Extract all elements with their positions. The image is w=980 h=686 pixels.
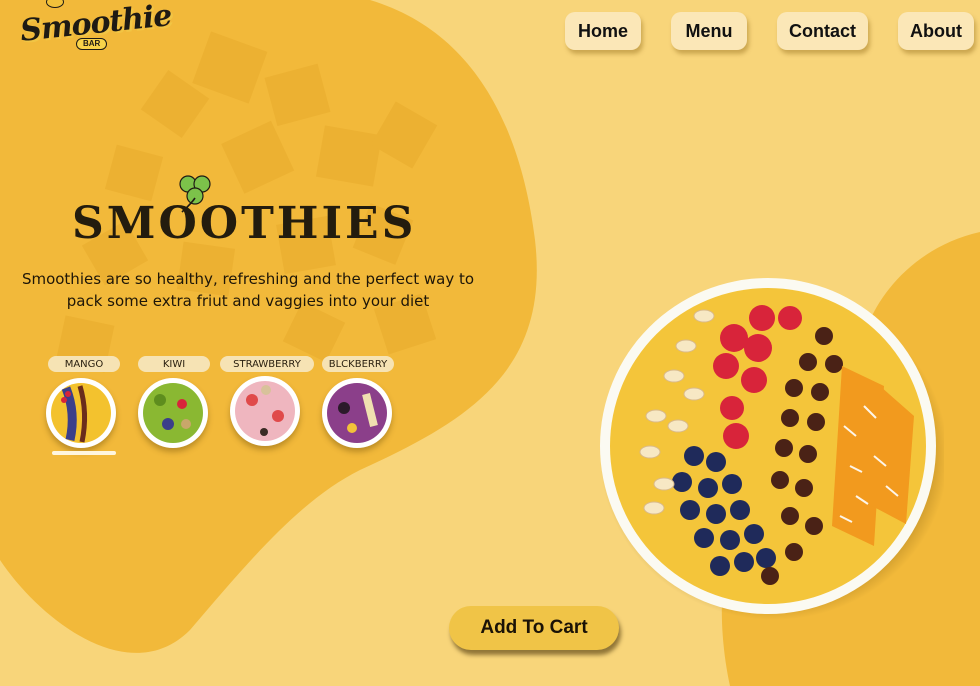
selected-flavor-indicator <box>52 451 116 455</box>
kiwi-bowl-icon <box>138 378 208 448</box>
mango-bowl-icon <box>46 378 116 448</box>
hero-title: SMOOTHIES <box>72 198 417 249</box>
hero-description: Smoothies are so healthy, refreshing and… <box>21 270 475 310</box>
flavor-label-mango: MANGO <box>48 356 120 372</box>
blackberry-bowl-icon <box>322 378 392 448</box>
flavor-blackberry[interactable]: BLCKBERRY <box>320 356 396 448</box>
flavor-label-blackberry: BLCKBERRY <box>322 356 394 372</box>
flavor-mango[interactable]: MANGO <box>46 356 120 448</box>
flavor-label-kiwi: KIWI <box>138 356 210 372</box>
flavor-strawberry[interactable]: STRAWBERRY <box>220 356 314 448</box>
nav-menu-button[interactable]: Menu <box>671 12 747 50</box>
flavor-label-strawberry: STRAWBERRY <box>220 356 314 372</box>
nav-about-button[interactable]: About <box>898 12 974 50</box>
logo-leaf-icon <box>46 0 64 8</box>
flavor-kiwi[interactable]: KIWI <box>138 356 210 448</box>
hero-bowl-image <box>594 276 944 620</box>
add-to-cart-button[interactable]: Add To Cart <box>449 606 619 650</box>
logo-sub-text: BAR <box>76 38 108 50</box>
nav-contact-button[interactable]: Contact <box>777 12 868 50</box>
smoothie-bar-logo[interactable]: Smoothie BAR <box>18 0 173 54</box>
strawberry-bowl-icon <box>230 376 300 446</box>
main-nav: Home Menu Contact About <box>565 12 974 50</box>
nav-home-button[interactable]: Home <box>565 12 641 50</box>
